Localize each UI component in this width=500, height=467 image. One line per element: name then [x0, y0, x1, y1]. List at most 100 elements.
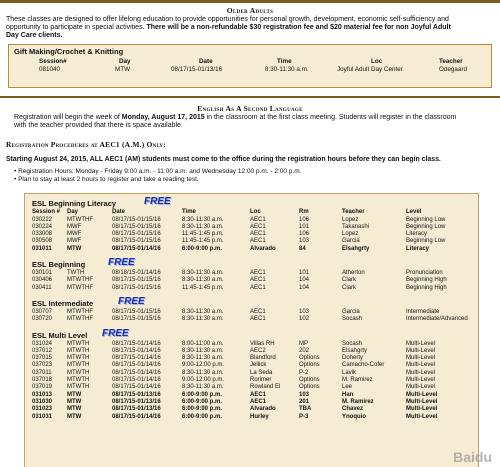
cell-loc: AEC1	[250, 238, 266, 245]
cell-loc: Rorimer	[250, 377, 272, 383]
cell-rm: 101	[299, 223, 310, 230]
cell-date: 08/17/15-01/14/16	[112, 413, 161, 420]
cell-teacher: Han	[342, 391, 354, 398]
group-title: ESL Beginning	[32, 260, 86, 269]
cell-time: 8:30-11:30 a.m.	[265, 66, 309, 73]
cell-loc: AEC1	[250, 270, 266, 276]
cell-level: Intermediate	[406, 308, 440, 315]
procedures-bullets: • Registration Hours: Monday - Friday 9:…	[14, 168, 301, 184]
cell-teacher: Elsahgrty	[342, 245, 370, 252]
cell-day: MTW	[67, 245, 82, 252]
cell-loc: AEC1	[250, 316, 266, 323]
reg-line-1-bold: Monday, August 17, 2015	[121, 114, 205, 121]
cell-time: 8:30-11:30 a.m.	[182, 277, 224, 284]
cell-day: MTW	[67, 398, 82, 405]
cell-loc: AEC1	[250, 216, 266, 223]
cell-time: 9:00-12:00 p.m.	[182, 362, 225, 369]
cell-rm: TBA	[299, 406, 312, 413]
reg-line-1-rest: in the classroom at the first class meet…	[204, 114, 457, 121]
cell-date: 08/17/15-01/15/16	[112, 216, 161, 223]
cell-loc: AEC1	[250, 398, 267, 405]
intro-line-1: These classes are designed to offer life…	[6, 16, 449, 23]
cell-day: MTWTHF	[67, 277, 93, 284]
intro-line-2-bold: There will be a non-refundable $30 regis…	[144, 24, 451, 31]
cell-level: Beginning Low	[406, 223, 446, 230]
cell-session: 081040	[39, 66, 61, 73]
group-title: ESL Beginning Literacy	[32, 199, 117, 208]
cell-teacher: Lavik	[342, 369, 357, 376]
cell-day: MTWTH	[67, 369, 90, 376]
cell-level: Multi-Level	[406, 355, 436, 362]
header-date: Date	[112, 209, 126, 215]
cell-rm: 201	[299, 398, 310, 405]
cell-rm: 103	[299, 308, 310, 315]
group-title: ESL Intermediate	[32, 298, 94, 308]
cell-session: 037012	[32, 347, 53, 354]
cell-level: Multi-Level	[406, 362, 436, 369]
cell-day: MTWTH	[67, 355, 90, 362]
cell-day: MTW	[67, 391, 82, 398]
cell-date: 08/17/15-01/15/16	[112, 231, 161, 238]
bullet-plan-stay: • Plan to stay at least 2 hours to regis…	[14, 176, 199, 183]
section-divider	[0, 96, 500, 98]
cell-date: 08/17/15-01/14/16	[112, 355, 161, 362]
col-session: Session#	[39, 58, 67, 65]
cell-time: 8:30-11:30 a.m.	[182, 384, 224, 391]
free-badge: FREE	[102, 327, 129, 339]
bullet-registration-hours: • Registration Hours: Monday - Friday 9:…	[14, 168, 302, 175]
cell-rm: 103	[299, 238, 310, 245]
cell-date: 08/17/15-01/15/16	[112, 316, 161, 323]
cell-teacher: Clark	[342, 277, 357, 284]
cell-level: Intermediate/Advanced	[406, 316, 468, 323]
cell-date: 08/17/15-01/14/16	[112, 245, 161, 252]
group-title: ESL Multi Level	[32, 330, 88, 340]
cell-rm: Options	[299, 384, 320, 391]
cell-session: 037019	[32, 384, 53, 391]
cell-time: 8:30-11:30 a.m.	[182, 223, 224, 230]
top-divider	[0, 0, 500, 3]
cell-teacher: Camacho-Cofer	[342, 362, 385, 369]
watermark-logo: Baidu	[453, 449, 492, 465]
cell-teacher: Garcia	[342, 238, 360, 245]
cell-time: 8:30-11:30 a.m.	[182, 216, 224, 223]
esl-heading: English As A Second Language	[197, 104, 303, 113]
cell-session: 030222	[32, 216, 53, 223]
cell-time: 8:30-11:30 a.m.	[182, 316, 224, 323]
cell-date: 08/17/15-01/15/16	[112, 284, 161, 291]
cell-day: MWF	[67, 231, 82, 238]
cell-rm: MP	[299, 340, 308, 347]
cell-rm: 202	[299, 347, 310, 354]
cell-time: 8:30-11:30 a.m.	[182, 355, 224, 362]
cell-session: 037015	[32, 355, 53, 362]
cell-day: MTWTH	[67, 362, 90, 369]
cell-level: Multi-Level	[406, 398, 438, 405]
cell-loc: Joyful Adult Day Center	[337, 66, 403, 73]
older-adults-heading: Older Adults	[226, 6, 274, 15]
header-rm: Rm	[299, 209, 309, 215]
cell-session: 030411	[32, 284, 52, 291]
cell-time: 6:00-9:00 p.m.	[182, 391, 223, 398]
cell-teacher: Ynoquio	[342, 413, 366, 420]
cell-session: 030707	[32, 308, 53, 315]
cell-rm: Options	[299, 377, 320, 383]
cell-loc: AEC1	[250, 391, 267, 398]
intro-line-2-plain: opportunity to participate in special ac…	[6, 24, 145, 31]
cell-loc: Jellick	[250, 362, 267, 369]
cell-teacher: M. Ramirez	[342, 398, 374, 405]
cell-loc: AEC1	[250, 223, 266, 230]
cell-session: 030508	[32, 238, 53, 245]
cell-level: Pronunciation	[406, 270, 443, 276]
header-day: Day	[67, 209, 79, 215]
cell-time: 6:00-9:00 p.m.	[182, 245, 223, 252]
cell-time: 11:45-1:45 p.m.	[182, 231, 224, 238]
cell-loc: Alvarado	[250, 406, 276, 413]
col-date: Date	[199, 58, 213, 65]
cell-date: 08/17/15-01/15/16	[112, 238, 161, 245]
cell-session: 031023	[32, 406, 53, 413]
cell-teacher: Garcia	[342, 308, 360, 315]
cell-time: 8:30-11:30 a.m.	[182, 347, 224, 354]
cell-day: MTWTH	[67, 377, 90, 383]
cell-day: MWF	[67, 223, 82, 230]
cell-level: Beginning High	[406, 284, 447, 291]
cell-teacher: Odegaard	[439, 66, 468, 73]
